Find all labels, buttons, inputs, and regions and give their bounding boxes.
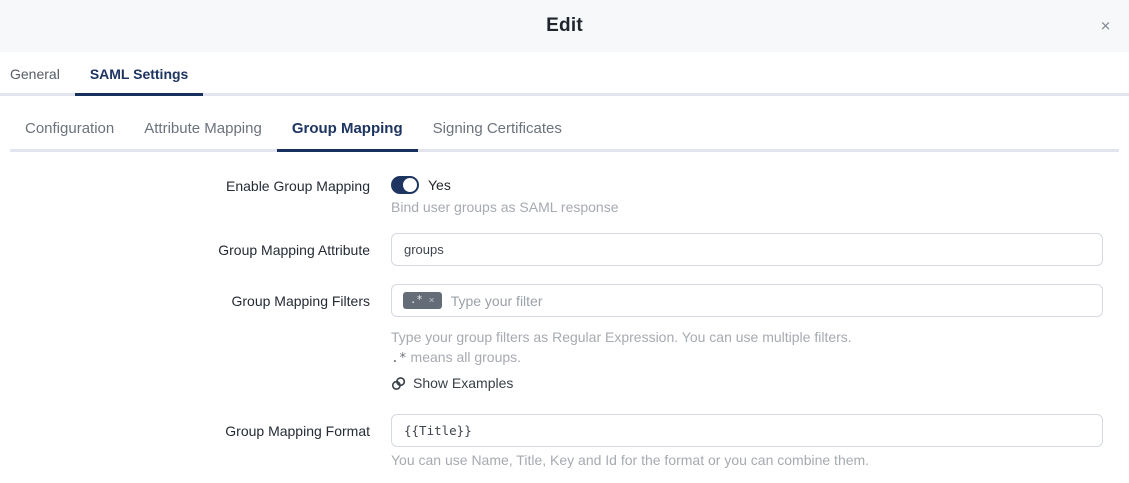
group-mapping-filters-label: Group Mapping Filters	[0, 284, 370, 396]
group-mapping-format-input[interactable]	[391, 414, 1103, 447]
filters-help: Type your group filters as Regular Expre…	[391, 329, 1103, 396]
link-icon	[391, 376, 406, 391]
subtab-group-mapping[interactable]: Group Mapping	[277, 112, 418, 152]
filters-help-line2: .* means all groups.	[391, 349, 1103, 366]
tab-saml-settings[interactable]: SAML Settings	[75, 52, 204, 96]
enable-group-mapping-help: Bind user groups as SAML response	[391, 199, 1103, 215]
modal-title: Edit	[546, 15, 583, 37]
toggle-state-label: Yes	[428, 177, 451, 193]
subtab-attribute-mapping[interactable]: Attribute Mapping	[129, 112, 277, 152]
regex-all-code: .*	[391, 351, 407, 366]
show-examples-link[interactable]: Show Examples	[391, 375, 513, 391]
group-mapping-attribute-row: Group Mapping Attribute	[0, 233, 1103, 266]
enable-group-mapping-row: Enable Group Mapping Yes Bind user group…	[0, 176, 1103, 215]
enable-group-mapping-label: Enable Group Mapping	[0, 176, 370, 215]
filter-text-input[interactable]	[451, 293, 1094, 309]
saml-subtabs: Configuration Attribute Mapping Group Ma…	[10, 112, 1119, 152]
group-mapping-format-label: Group Mapping Format	[0, 414, 370, 468]
group-mapping-format-row: Group Mapping Format You can use Name, T…	[0, 414, 1103, 468]
close-icon[interactable]: ✕	[1094, 16, 1117, 37]
group-mapping-attribute-label: Group Mapping Attribute	[0, 233, 370, 266]
group-mapping-filters-row: Group Mapping Filters .* × Type your gro…	[0, 284, 1103, 396]
subtab-signing-certificates[interactable]: Signing Certificates	[418, 112, 577, 152]
regular-expression-emphasis: Regular Expression	[552, 329, 674, 345]
tab-general[interactable]: General	[0, 52, 75, 96]
subtab-configuration[interactable]: Configuration	[10, 112, 129, 152]
filters-help-line1: Type your group filters as Regular Expre…	[391, 329, 1103, 345]
group-mapping-format-help: You can use Name, Title, Key and Id for …	[391, 452, 1103, 468]
modal-header: Edit ✕	[0, 0, 1129, 52]
show-examples-label: Show Examples	[413, 375, 513, 391]
group-mapping-attribute-input[interactable]	[391, 233, 1103, 266]
filter-chip: .* ×	[403, 292, 442, 309]
filter-chip-remove-icon[interactable]: ×	[429, 296, 435, 306]
main-tabs: General SAML Settings	[0, 52, 1129, 96]
filter-chip-value: .*	[410, 295, 423, 306]
group-mapping-filters-input[interactable]: .* ×	[391, 284, 1103, 317]
group-mapping-form: Enable Group Mapping Yes Bind user group…	[0, 152, 1129, 468]
toggle-knob	[403, 178, 417, 192]
enable-group-mapping-toggle[interactable]	[391, 176, 419, 194]
